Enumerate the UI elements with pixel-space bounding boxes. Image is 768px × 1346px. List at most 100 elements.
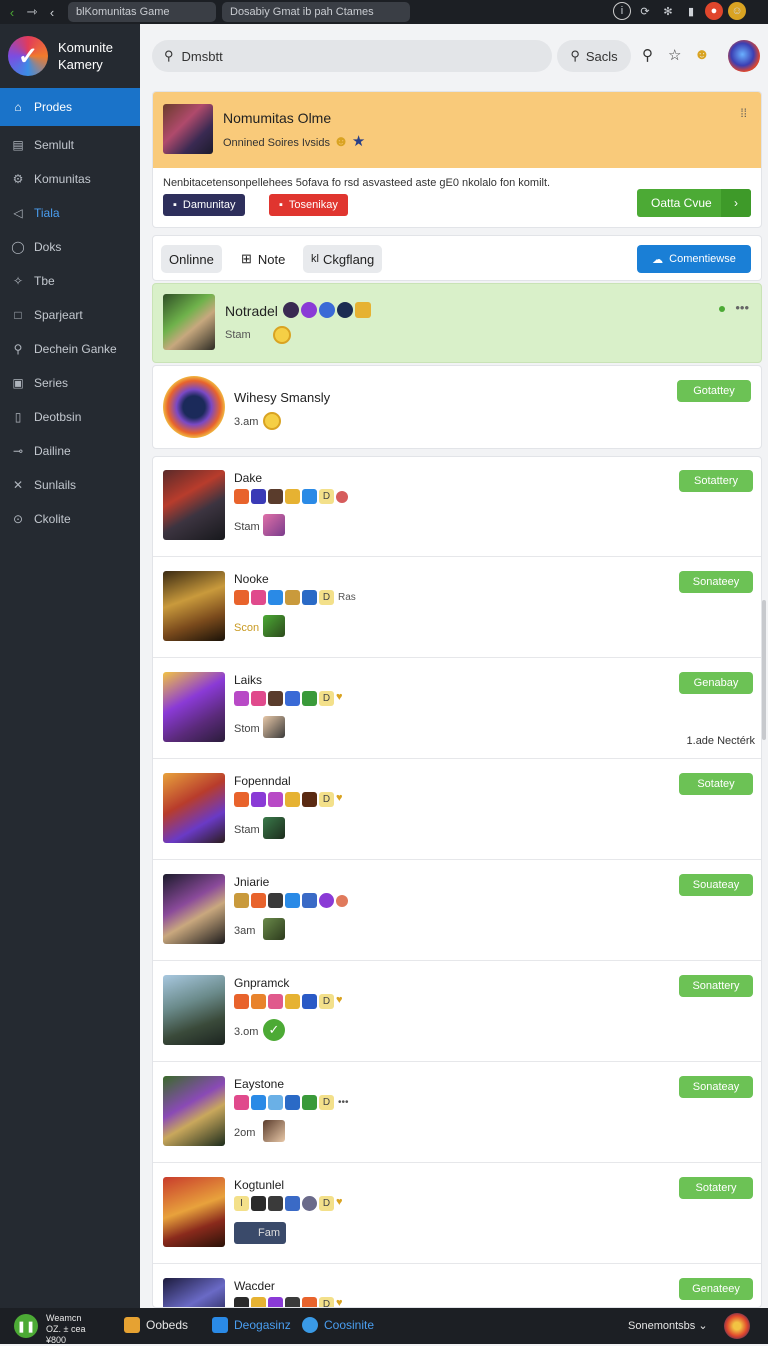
emoji-icon[interactable]: ☻ [694, 46, 710, 63]
member-name: Dake [234, 471, 263, 485]
mini-avatar: Fam [234, 1222, 286, 1244]
more-icon[interactable]: ••• [735, 300, 749, 315]
member-time: Stam [234, 824, 260, 836]
list-item[interactable]: Kogtunlel I D ♥ Fam Sotatery [153, 1164, 761, 1264]
tab-2[interactable]: Dosabiy Gmat ib pah Ctames [222, 2, 410, 22]
mini-avatar [263, 615, 285, 637]
member-name: Wacder [234, 1279, 275, 1293]
community-description: Nenbitacetensonpellehees 5ofava fo rsd a… [163, 177, 551, 189]
sidebar-item-semlult[interactable]: ▤ Semlult [0, 128, 140, 162]
sidebar-item-prodes[interactable]: ⌂ Prodes [0, 88, 140, 126]
search-input[interactable]: ⚲ Dmsbtt [152, 40, 552, 72]
brand[interactable]: ✓ Komunite Kamery [0, 24, 140, 88]
member-action-button[interactable]: Genateey [679, 1278, 753, 1300]
badge-icon [234, 1095, 249, 1110]
forward-icon[interactable]: ⇾ [22, 2, 42, 22]
settings-icon[interactable]: ✻ [659, 2, 677, 20]
chip-label: Ckgflang [322, 251, 375, 267]
sidebar-item-doks[interactable]: ◯ Doks [0, 230, 140, 264]
sidebar-item-label: Semlult [34, 138, 75, 152]
sidebar-item-sparjeart[interactable]: □ Sparjeart [0, 298, 140, 332]
badge-icon [319, 893, 334, 908]
member-action-button[interactable]: Sonateay [679, 1076, 753, 1098]
badge-icon [234, 489, 249, 504]
taskbar-status[interactable]: Sonemontsbs ⌄ [628, 1319, 708, 1332]
member-time: Fam [258, 1227, 280, 1239]
profile-icon[interactable]: ☺ [728, 2, 746, 20]
bookmark-icon[interactable]: ▮ [682, 2, 700, 20]
member-action-button[interactable]: Sonateey [679, 571, 753, 593]
badge-icon [302, 893, 317, 908]
notification-icon[interactable]: ● [705, 2, 723, 20]
scrollbar[interactable] [762, 600, 766, 740]
badge-icon [251, 1196, 266, 1211]
badge-icon [234, 893, 249, 908]
badge-icon [251, 994, 266, 1009]
sidebar-item-series[interactable]: ▣ Series [0, 366, 140, 400]
sidebar-item-komunitas[interactable]: ⚙ Komunitas [0, 162, 140, 196]
list-item[interactable]: Dake D Stam Sotattery [153, 457, 761, 557]
community-thumbnail[interactable] [163, 104, 213, 154]
chevron-right-icon: › [721, 189, 751, 217]
status-label: Sonemontsbs [628, 1320, 696, 1332]
back-green-icon[interactable]: ‹ [2, 2, 22, 22]
taskbar-item-oobeds[interactable]: Oobeds [124, 1317, 188, 1333]
list-item[interactable]: Wacder D ♥ Genateey [153, 1265, 761, 1307]
favorite-star-icon[interactable]: ☆ [668, 46, 681, 64]
member-action-button[interactable]: Sonattery [679, 975, 753, 997]
back-icon[interactable]: ‹ [42, 2, 62, 22]
refresh-icon[interactable]: ⟳ [636, 2, 654, 20]
member-name: Laiks [234, 673, 263, 687]
sidebar-item-tbe[interactable]: ✧ Tbe [0, 264, 140, 298]
sidebar-item-ckolite[interactable]: ⊙ Ckolite [0, 502, 140, 536]
member-action-button[interactable]: Sotattery [679, 470, 753, 492]
tag-damunitay[interactable]: ▪ Damunitay [163, 194, 246, 216]
sidebar-item-dechein-ganke[interactable]: ⚲ Dechein Ganke [0, 332, 140, 366]
badge-icon [234, 691, 249, 706]
d-badge-icon: D [319, 1297, 334, 1307]
user-avatar[interactable] [728, 40, 760, 72]
tag-tosenikay[interactable]: ▪ Tosenikay [269, 194, 348, 216]
badge-icon [336, 490, 348, 503]
list-item[interactable]: Gnpramck D ♥ 3.om ✓ Sonattery [153, 962, 761, 1062]
filter-note[interactable]: ⊞ Note [233, 245, 293, 273]
member-action-button[interactable]: Sotatey [679, 773, 753, 795]
taskbar-item-deogasinz[interactable]: Deogasinz [212, 1317, 291, 1333]
button-label: Sotatey [697, 778, 735, 790]
search-button[interactable]: ⚲ Sacls [557, 40, 631, 72]
member-action-button[interactable]: Genabay [679, 672, 753, 694]
member-action-button[interactable]: Souateay [679, 874, 753, 896]
sidebar-item-dailine[interactable]: ⊸ Dailine [0, 434, 140, 468]
search-icon[interactable]: ⚲ [642, 46, 653, 64]
list-item[interactable]: Jniarie 3am Souateay [153, 861, 761, 961]
list-item[interactable]: Fopenndal D ♥ Stam Sotatey [153, 760, 761, 860]
taskbar-item-coosinite[interactable]: Coosinite [302, 1317, 374, 1333]
d-badge-icon: D [319, 792, 334, 807]
tab-1[interactable]: blKomunitas Game [68, 2, 216, 22]
featured-member[interactable]: Notradel Stam ••• [152, 283, 762, 363]
join-button[interactable]: Oatta Cvue › [637, 189, 751, 217]
taskbar-avatar[interactable] [724, 1313, 750, 1339]
sidebar-item-deotbsin[interactable]: ▯ Deotbsin [0, 400, 140, 434]
pause-icon[interactable]: ❚❚ [14, 1314, 38, 1338]
member-name: Nooke [234, 572, 269, 586]
sidebar-item-sunlails[interactable]: ✕ Sunlails [0, 468, 140, 502]
game-thumbnail [163, 773, 225, 843]
list-item[interactable]: Nooke D Ras Scon Sonateey [153, 558, 761, 658]
sidebar-item-label: Ckolite [34, 512, 71, 526]
list-item[interactable]: Laiks D ♥ Stom Genabay 1.ade Nectérk [153, 659, 761, 759]
drag-handle-icon[interactable]: ⁞⁞ [740, 106, 747, 120]
member-action-button[interactable]: Sotatery [679, 1177, 753, 1199]
filter-category[interactable]: kl Ckgflang [303, 245, 383, 273]
info-icon[interactable]: i [613, 2, 631, 20]
add-comment-button[interactable]: ☁ Comentiewse [637, 245, 751, 273]
game-thumbnail [163, 975, 225, 1045]
tab-label: Dosabiy Gmat ib pah Ctames [230, 6, 374, 18]
taskbar: ❚❚ Weamcn OZ. ± cea ¥800 Oobeds Deogasin… [0, 1308, 768, 1345]
member-action-button[interactable]: Gotattey [677, 380, 751, 402]
sidebar-item-tiala[interactable]: ◁ Tiala [0, 196, 140, 230]
filter-online[interactable]: Onlinne [161, 245, 222, 273]
member-card[interactable]: Wihesy Smansly 3.am Gotattey [152, 365, 762, 449]
flag-icon: ◁ [13, 206, 23, 220]
list-item[interactable]: Eaystone D ••• 2om Sonateay [153, 1063, 761, 1163]
